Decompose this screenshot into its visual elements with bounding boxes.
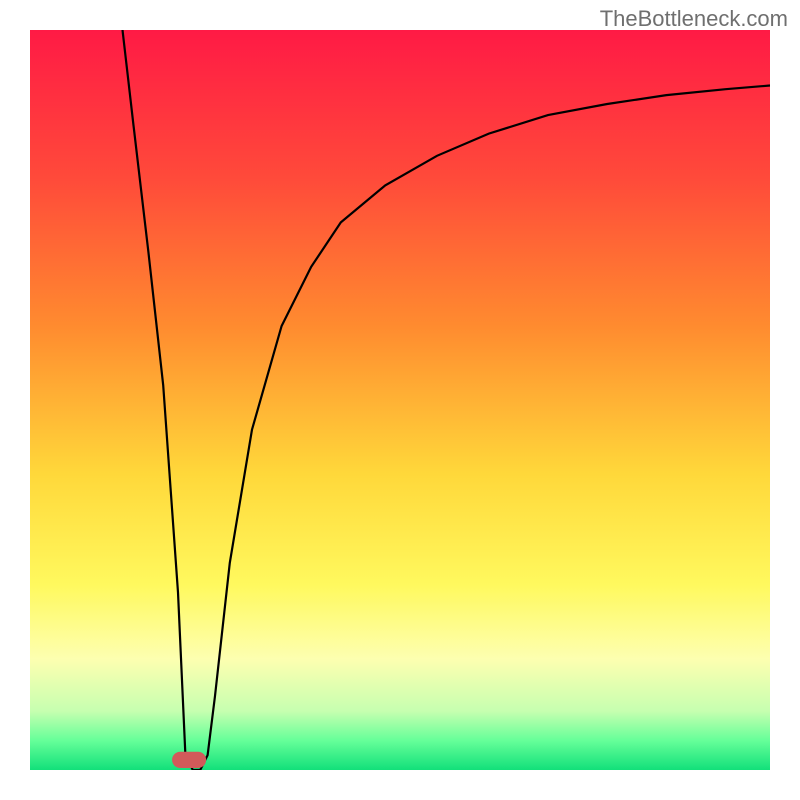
optimal-marker <box>172 752 206 768</box>
gradient-background <box>30 30 770 770</box>
plot-frame <box>30 30 770 770</box>
chart-svg <box>30 30 770 770</box>
watermark-text: TheBottleneck.com <box>600 6 788 32</box>
chart-container: TheBottleneck.com <box>0 0 800 800</box>
